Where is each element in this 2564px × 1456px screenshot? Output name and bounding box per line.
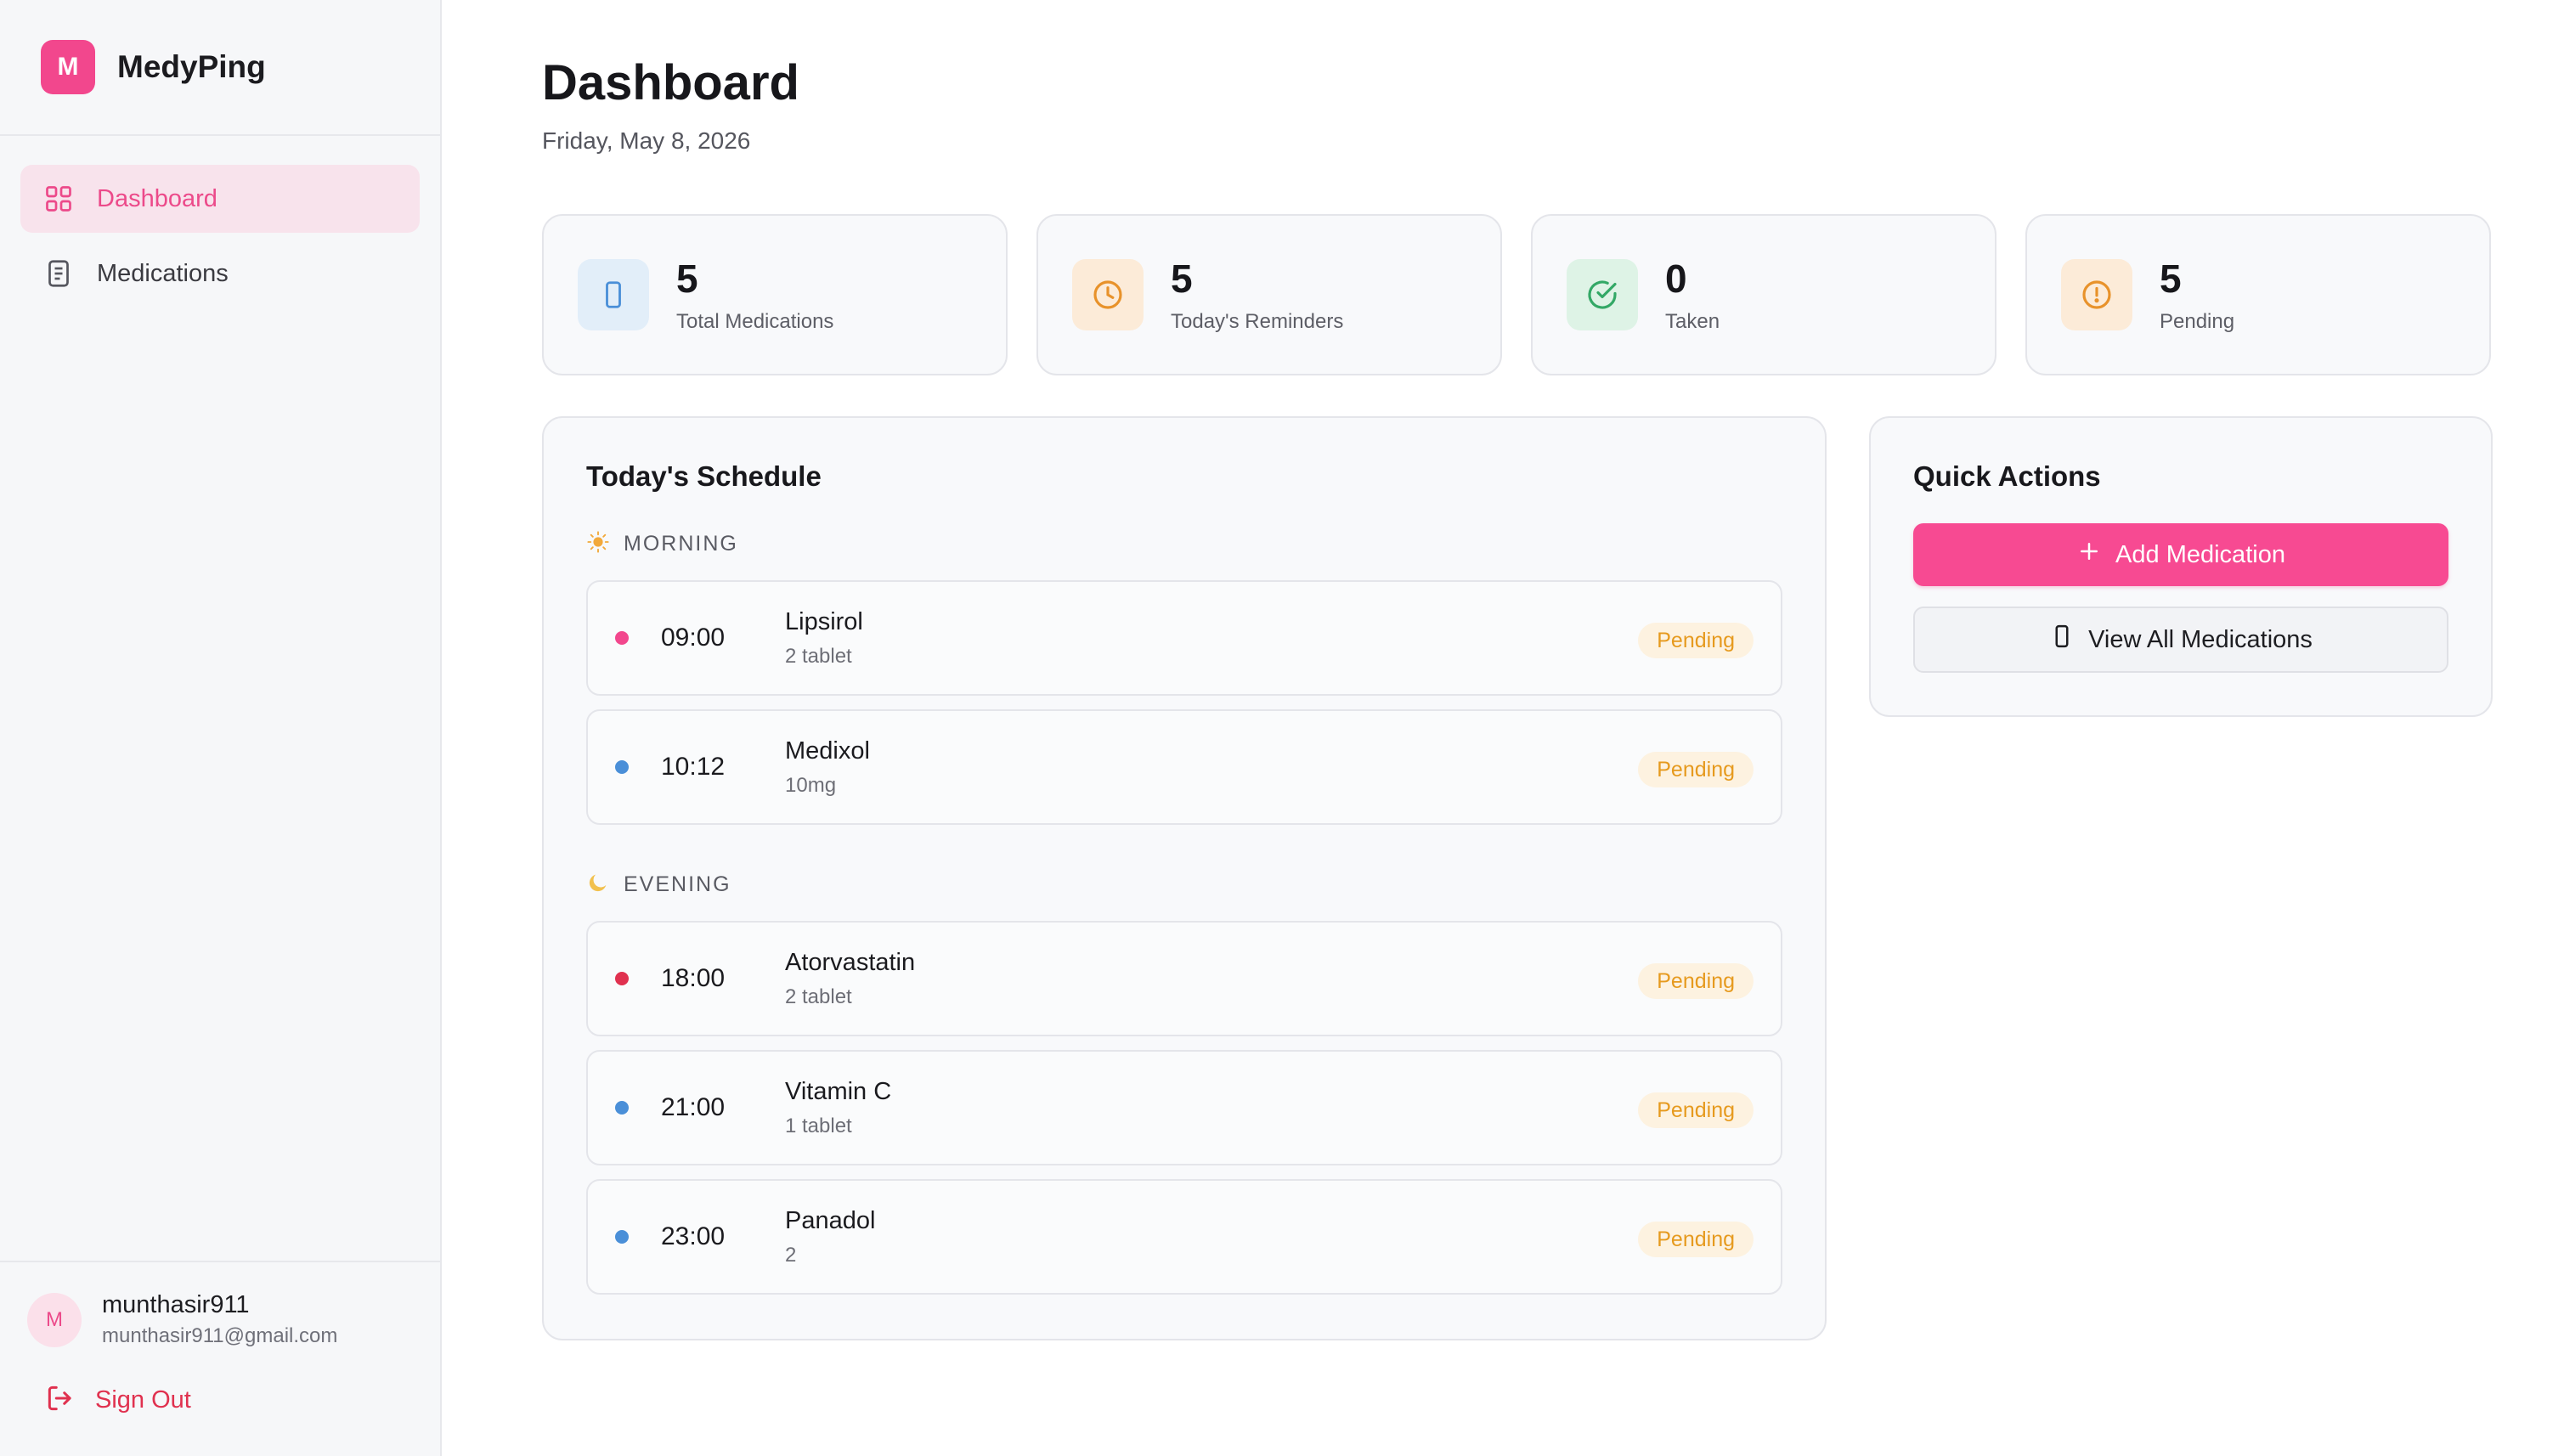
stat-value: 0 bbox=[1665, 257, 1687, 301]
user-info: munthasir911 munthasir911@gmail.com bbox=[102, 1291, 337, 1348]
sidebar: M MedyPing Dashboard Medications M munth… bbox=[0, 0, 442, 1456]
schedule-row[interactable]: 09:00 Lipsirol 2 tablet Pending bbox=[586, 580, 1782, 696]
sun-icon bbox=[586, 530, 610, 558]
medication-name: Vitamin C bbox=[785, 1077, 892, 1105]
phone-icon bbox=[578, 259, 649, 330]
dose-time: 10:12 bbox=[661, 753, 726, 781]
status-dot bbox=[615, 1230, 629, 1244]
medication-dose: 2 tablet bbox=[785, 985, 852, 1008]
clock-icon bbox=[1072, 259, 1144, 330]
medication-name: Atorvastatin bbox=[785, 948, 916, 976]
view-all-medications-button[interactable]: View All Medications bbox=[1913, 607, 2448, 673]
schedule-row[interactable]: 10:12 Medixol 10mg Pending bbox=[586, 709, 1782, 825]
medication-name: Panadol bbox=[785, 1206, 876, 1234]
stats-row: 5 Total Medications 5 Today's Reminders bbox=[542, 214, 2491, 375]
schedule-title: Today's Schedule bbox=[586, 460, 822, 492]
brand-name: MedyPing bbox=[117, 49, 266, 84]
status-dot bbox=[615, 972, 629, 985]
sidebar-item-dashboard[interactable]: Dashboard bbox=[20, 165, 420, 233]
medication-name: Medixol bbox=[785, 736, 870, 765]
dose-time: 09:00 bbox=[661, 624, 726, 652]
quick-actions-card: Quick Actions Add Medication View All Me… bbox=[1869, 416, 2493, 717]
sidebar-item-label: Dashboard bbox=[97, 184, 217, 212]
moon-icon bbox=[586, 871, 610, 899]
stat-value: 5 bbox=[2160, 257, 2182, 301]
status-dot bbox=[615, 760, 629, 774]
main-content: Dashboard Friday, May 8, 2026 5 Total Me… bbox=[442, 0, 2564, 1456]
status-badge: Pending bbox=[1638, 623, 1754, 658]
sidebar-item-label: Medications bbox=[97, 259, 229, 287]
period-label: EVENING bbox=[624, 872, 731, 896]
stat-value: 5 bbox=[1171, 257, 1193, 301]
sign-out-label: Sign Out bbox=[95, 1386, 191, 1414]
clipboard-icon bbox=[42, 257, 75, 290]
check-circle-icon bbox=[1567, 259, 1638, 330]
avatar: M bbox=[27, 1292, 82, 1347]
stat-label: Taken bbox=[1665, 310, 1720, 333]
medication-dose: 2 bbox=[785, 1243, 797, 1267]
quick-actions-title: Quick Actions bbox=[1913, 460, 2101, 492]
stat-card-todays-reminders: 5 Today's Reminders bbox=[1036, 214, 1502, 375]
plus-icon bbox=[2076, 539, 2102, 571]
stat-card-taken: 0 Taken bbox=[1531, 214, 1996, 375]
user-profile: M munthasir911 munthasir911@gmail.com bbox=[27, 1291, 411, 1348]
stat-card-pending: 5 Pending bbox=[2025, 214, 2491, 375]
add-medication-button[interactable]: Add Medication bbox=[1913, 523, 2448, 586]
medication-dose: 1 tablet bbox=[785, 1114, 852, 1137]
user-email: munthasir911@gmail.com bbox=[102, 1324, 338, 1347]
alert-circle-icon bbox=[2061, 259, 2132, 330]
stat-label: Total Medications bbox=[676, 310, 834, 333]
period-header-evening: EVENING bbox=[586, 871, 1782, 899]
add-medication-label: Add Medication bbox=[2115, 540, 2285, 568]
todays-schedule-card: Today's Schedule MORNING 09:00 Lipsirol bbox=[542, 416, 1827, 1340]
medication-dose: 2 tablet bbox=[785, 644, 852, 668]
dose-time: 21:00 bbox=[661, 1093, 726, 1121]
status-badge: Pending bbox=[1638, 1092, 1754, 1128]
period-header-morning: MORNING bbox=[586, 530, 1782, 558]
stat-label: Today's Reminders bbox=[1171, 310, 1344, 333]
dose-time: 18:00 bbox=[661, 964, 726, 992]
dose-time: 23:00 bbox=[661, 1222, 726, 1250]
user-name: munthasir911 bbox=[102, 1291, 250, 1318]
status-badge: Pending bbox=[1638, 1222, 1754, 1257]
app-root: M MedyPing Dashboard Medications M munth… bbox=[0, 0, 2564, 1456]
logout-icon bbox=[44, 1382, 76, 1419]
brand-logo: M bbox=[41, 40, 95, 94]
schedule-row[interactable]: 18:00 Atorvastatin 2 tablet Pending bbox=[586, 921, 1782, 1036]
sidebar-nav: Dashboard Medications bbox=[0, 136, 440, 314]
stat-value: 5 bbox=[676, 257, 698, 301]
schedule-row[interactable]: 21:00 Vitamin C 1 tablet Pending bbox=[586, 1050, 1782, 1165]
medication-dose: 10mg bbox=[785, 773, 837, 797]
phone-icon bbox=[2049, 624, 2075, 656]
status-badge: Pending bbox=[1638, 963, 1754, 999]
period-label: MORNING bbox=[624, 532, 738, 556]
schedule-row[interactable]: 23:00 Panadol 2 Pending bbox=[586, 1179, 1782, 1295]
status-dot bbox=[615, 1101, 629, 1115]
status-dot bbox=[615, 631, 629, 645]
sidebar-footer: M munthasir911 munthasir911@gmail.com Si… bbox=[0, 1261, 440, 1456]
brand: M MedyPing bbox=[0, 0, 440, 136]
page-title: Dashboard bbox=[542, 55, 799, 110]
sidebar-item-medications[interactable]: Medications bbox=[20, 240, 420, 308]
medication-name: Lipsirol bbox=[785, 607, 863, 635]
status-badge: Pending bbox=[1638, 752, 1754, 787]
stat-card-total-medications: 5 Total Medications bbox=[542, 214, 1008, 375]
grid-icon bbox=[42, 183, 75, 215]
sign-out-button[interactable]: Sign Out bbox=[27, 1382, 411, 1419]
view-all-medications-label: View All Medications bbox=[2088, 625, 2313, 653]
stat-label: Pending bbox=[2160, 310, 2235, 333]
page-date: Friday, May 8, 2026 bbox=[542, 127, 751, 154]
